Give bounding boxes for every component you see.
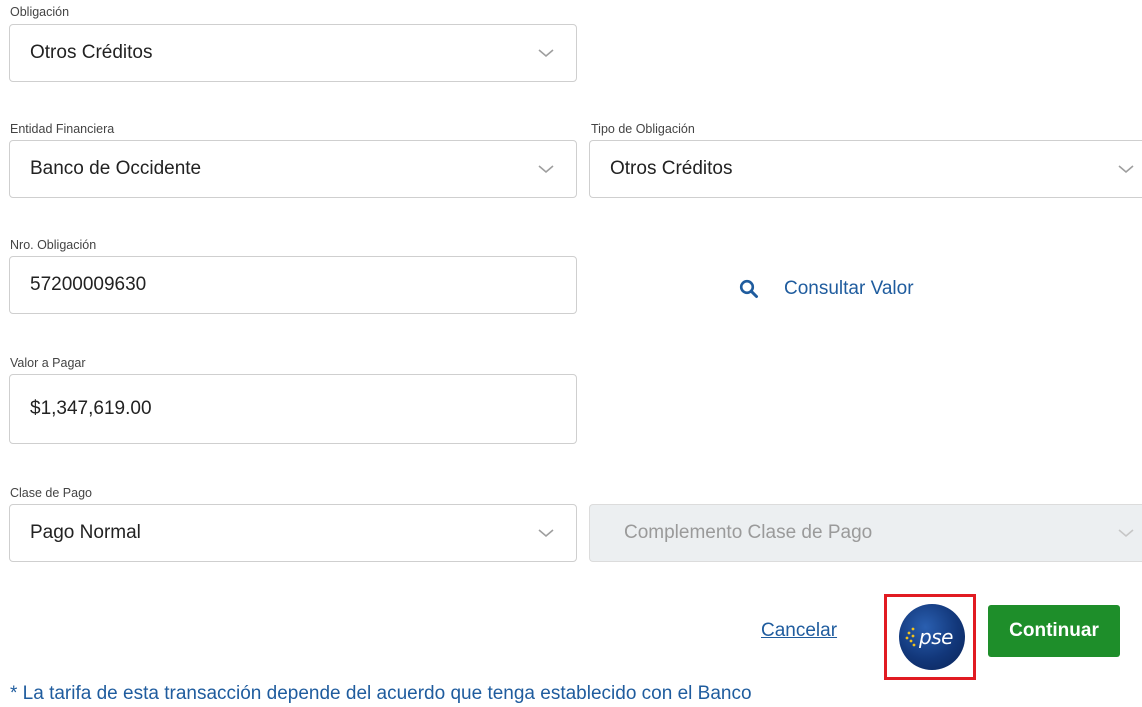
- chevron-down-icon: [1118, 163, 1134, 175]
- entidad-value: Banco de Occidente: [30, 158, 202, 179]
- cancel-link[interactable]: Cancelar: [761, 620, 837, 642]
- consultar-valor-label: Consultar Valor: [784, 278, 914, 299]
- tipo-label: Tipo de Obligación: [591, 122, 695, 136]
- valor-value: $1,347,619.00: [30, 398, 152, 419]
- tipo-value: Otros Créditos: [610, 158, 733, 179]
- obligacion-select[interactable]: Otros Créditos: [9, 24, 577, 82]
- complemento-select: Complemento Clase de Pago: [589, 504, 1142, 562]
- chevron-down-icon: [1118, 527, 1134, 539]
- entidad-label: Entidad Financiera: [10, 122, 115, 136]
- consultar-valor-link[interactable]: Consultar Valor: [739, 278, 914, 300]
- valor-label: Valor a Pagar: [10, 356, 86, 370]
- clase-label: Clase de Pago: [10, 486, 93, 500]
- continue-button[interactable]: Continuar: [988, 605, 1120, 657]
- obligacion-value: Otros Créditos: [30, 42, 153, 63]
- obligacion-label: Obligación: [10, 5, 70, 19]
- nro-label: Nro. Obligación: [10, 238, 97, 252]
- tipo-select[interactable]: Otros Créditos: [589, 140, 1142, 198]
- clase-value: Pago Normal: [30, 522, 141, 543]
- pse-logo-text: pse: [919, 625, 953, 649]
- tariff-note: * La tarifa de esta transacción depende …: [10, 683, 752, 704]
- chevron-down-icon: [538, 527, 554, 539]
- nro-input[interactable]: 57200009630: [9, 256, 577, 314]
- chevron-down-icon: [538, 47, 554, 59]
- complemento-placeholder: Complemento Clase de Pago: [624, 522, 873, 543]
- entidad-select[interactable]: Banco de Occidente: [9, 140, 577, 198]
- search-icon: [739, 279, 759, 299]
- pse-dots-icon: [903, 626, 917, 648]
- chevron-down-icon: [538, 163, 554, 175]
- pse-logo[interactable]: pse: [899, 604, 965, 670]
- clase-select[interactable]: Pago Normal: [9, 504, 577, 562]
- nro-value: 57200009630: [30, 274, 147, 295]
- valor-input[interactable]: $1,347,619.00: [9, 374, 577, 444]
